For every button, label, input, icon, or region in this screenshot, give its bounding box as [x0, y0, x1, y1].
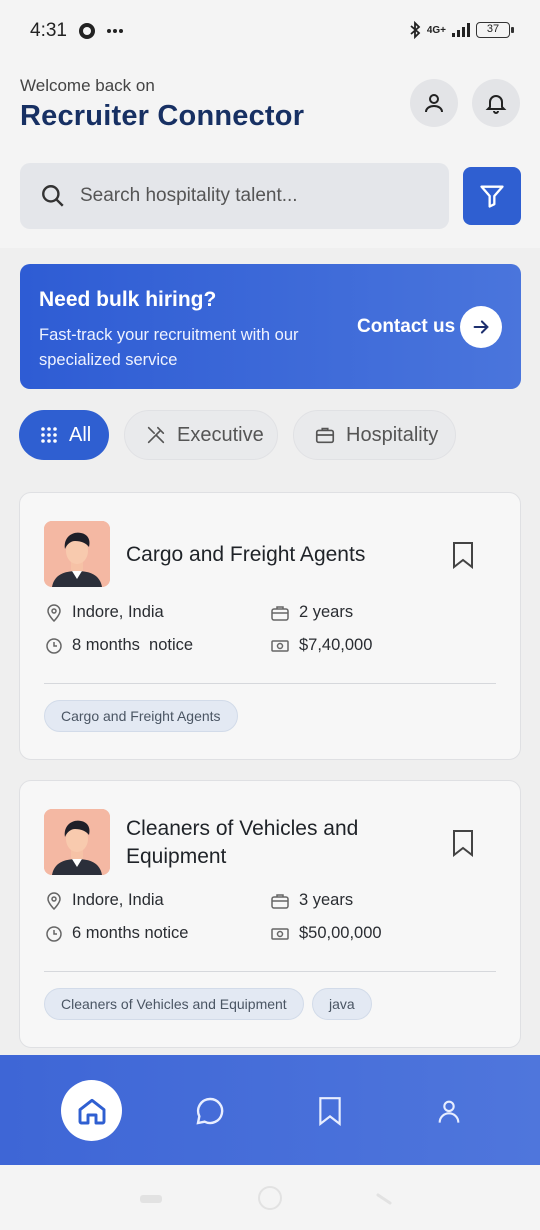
profile-button[interactable] [410, 79, 458, 127]
header: Welcome back on Recruiter Connector [0, 64, 540, 248]
banner-text: Fast-track your recruitment with our spe… [39, 326, 299, 369]
money-icon [271, 927, 289, 940]
nav-messages[interactable] [180, 1081, 240, 1141]
candidate-title: Cleaners of Vehicles and Equipment [126, 817, 359, 868]
welcome-text: Welcome back on [20, 76, 155, 95]
clock-icon [46, 637, 62, 654]
location-text: Indore, India [72, 891, 164, 909]
network-type: 4G+ [426, 24, 446, 36]
notifications-button[interactable] [472, 79, 520, 127]
bulk-hiring-banner: Need bulk hiring? Fast-track your recrui… [20, 264, 521, 389]
filter-button[interactable] [463, 167, 521, 225]
candidate-experience: 3 years [271, 891, 353, 910]
filter-chip-all[interactable]: All [19, 410, 109, 460]
clock-icon [46, 925, 62, 942]
candidate-notice: 6 months notice [46, 924, 188, 943]
filter-chip-label: Hospitality [346, 423, 439, 446]
candidate-title: Cargo and Freight Agents [126, 543, 366, 566]
search-bar [20, 163, 449, 229]
bookmark-button[interactable] [452, 829, 474, 862]
nav-profile[interactable] [419, 1081, 479, 1141]
candidate-card[interactable]: Cleaners of Vehicles and Equipment Indor… [19, 780, 521, 1048]
location-pin-icon [47, 603, 61, 622]
candidate-location: Indore, India [46, 891, 164, 910]
bookmark-icon [453, 542, 473, 570]
candidate-salary: $7,40,000 [271, 636, 372, 655]
status-right: 4G+ 37 [409, 21, 514, 39]
grid-icon [41, 427, 57, 443]
home-icon [78, 1098, 105, 1124]
avatar [44, 809, 110, 875]
status-bar: 4:31 4G+ 37 [0, 0, 540, 64]
search-input[interactable] [80, 185, 420, 207]
avatar-illustration [44, 809, 110, 875]
money-icon [271, 639, 289, 652]
filter-icon [480, 185, 504, 208]
skill-tag: Cargo and Freight Agents [44, 700, 238, 732]
arrow-right-icon [473, 320, 489, 334]
status-time: 4:31 [30, 20, 67, 41]
page-title: Recruiter Connector [20, 100, 305, 132]
battery-indicator: 37 [476, 22, 514, 38]
notice-text: 8 months notice [72, 636, 194, 654]
nav-home[interactable] [61, 1080, 122, 1141]
card-divider [44, 683, 496, 684]
location-text: Indore, India [72, 603, 164, 621]
profile-icon [438, 1100, 460, 1123]
filter-chip-label: Executive [177, 423, 264, 446]
bottom-navigation [0, 1055, 540, 1165]
chat-icon [196, 1097, 224, 1125]
nav-saved[interactable] [300, 1081, 360, 1141]
contact-us-link[interactable]: Contact us [357, 316, 455, 338]
search-icon [42, 185, 64, 207]
more-dots-icon [107, 29, 123, 33]
salary-text: $7,40,000 [299, 636, 373, 654]
candidate-card[interactable]: Cargo and Freight Agents Indore, India 2… [19, 492, 521, 760]
experience-text: 2 years [299, 603, 354, 621]
whatsapp-icon [79, 23, 95, 39]
briefcase-icon [271, 605, 289, 621]
contact-us-button[interactable] [460, 306, 502, 348]
experience-text: 3 years [299, 891, 354, 909]
signal-icon [452, 23, 470, 37]
notice-text: 6 months notice [72, 924, 189, 942]
bookmark-icon [319, 1097, 341, 1126]
briefcase-icon [271, 893, 289, 909]
location-pin-icon [47, 891, 61, 910]
avatar [44, 521, 110, 587]
filter-chip-executive[interactable]: Executive [124, 410, 278, 460]
filter-chip-label: All [69, 423, 92, 446]
bookmark-icon [453, 830, 473, 858]
system-nav-icons [140, 1186, 392, 1210]
utensils-icon [147, 426, 165, 444]
system-gesture-bar [0, 1165, 540, 1230]
filter-chip-hospitality[interactable]: Hospitality [293, 410, 456, 460]
user-icon [425, 94, 443, 113]
briefcase-icon [315, 427, 335, 444]
skill-tag: java [312, 988, 372, 1020]
bluetooth-icon [410, 21, 421, 39]
bookmark-button[interactable] [452, 541, 474, 574]
skill-tag: Cleaners of Vehicles and Equipment [44, 988, 304, 1020]
status-notification-icons [78, 22, 124, 40]
candidate-location: Indore, India [46, 603, 164, 622]
card-divider [44, 971, 496, 972]
candidate-salary: $50,00,000 [271, 924, 382, 943]
banner-title: Need bulk hiring? [39, 288, 217, 311]
avatar-illustration [44, 521, 110, 587]
candidate-experience: 2 years [271, 603, 353, 622]
bell-icon [485, 95, 507, 114]
salary-text: $50,00,000 [299, 924, 382, 942]
candidate-notice: 8 months notice [46, 636, 193, 655]
